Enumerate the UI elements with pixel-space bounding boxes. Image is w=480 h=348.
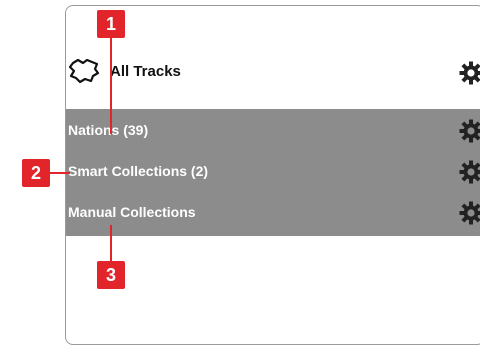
collections-group-band: Nations (39) Smart Collections (2) Manua… [66,109,480,236]
group-label-nations: Nations (39) [68,122,149,138]
group-row-manual-collections[interactable]: Manual Collections [66,193,480,233]
all-tracks-row[interactable]: All Tracks [66,46,480,104]
group-row-nations[interactable]: Nations (39) [66,111,480,151]
gear-icon[interactable] [458,118,480,144]
group-row-smart-collections[interactable]: Smart Collections (2) [66,152,480,192]
all-tracks-label: All Tracks [110,63,181,80]
callout-2-leader [50,172,70,174]
group-label-smart-collections: Smart Collections (2) [68,163,209,179]
gear-icon[interactable] [458,159,480,185]
callout-3-leader [110,225,112,261]
map-icon [68,57,100,85]
callout-badge-3: 3 [97,261,125,289]
callout-badge-1: 1 [97,10,125,38]
track-library-panel: All Tracks Nations (39) Smart Collection… [65,5,480,345]
callout-badge-2: 2 [22,159,50,187]
gear-icon[interactable] [458,200,480,226]
callout-1-leader [110,38,112,134]
gear-icon[interactable] [458,60,480,86]
group-label-manual-collections: Manual Collections [68,204,196,220]
